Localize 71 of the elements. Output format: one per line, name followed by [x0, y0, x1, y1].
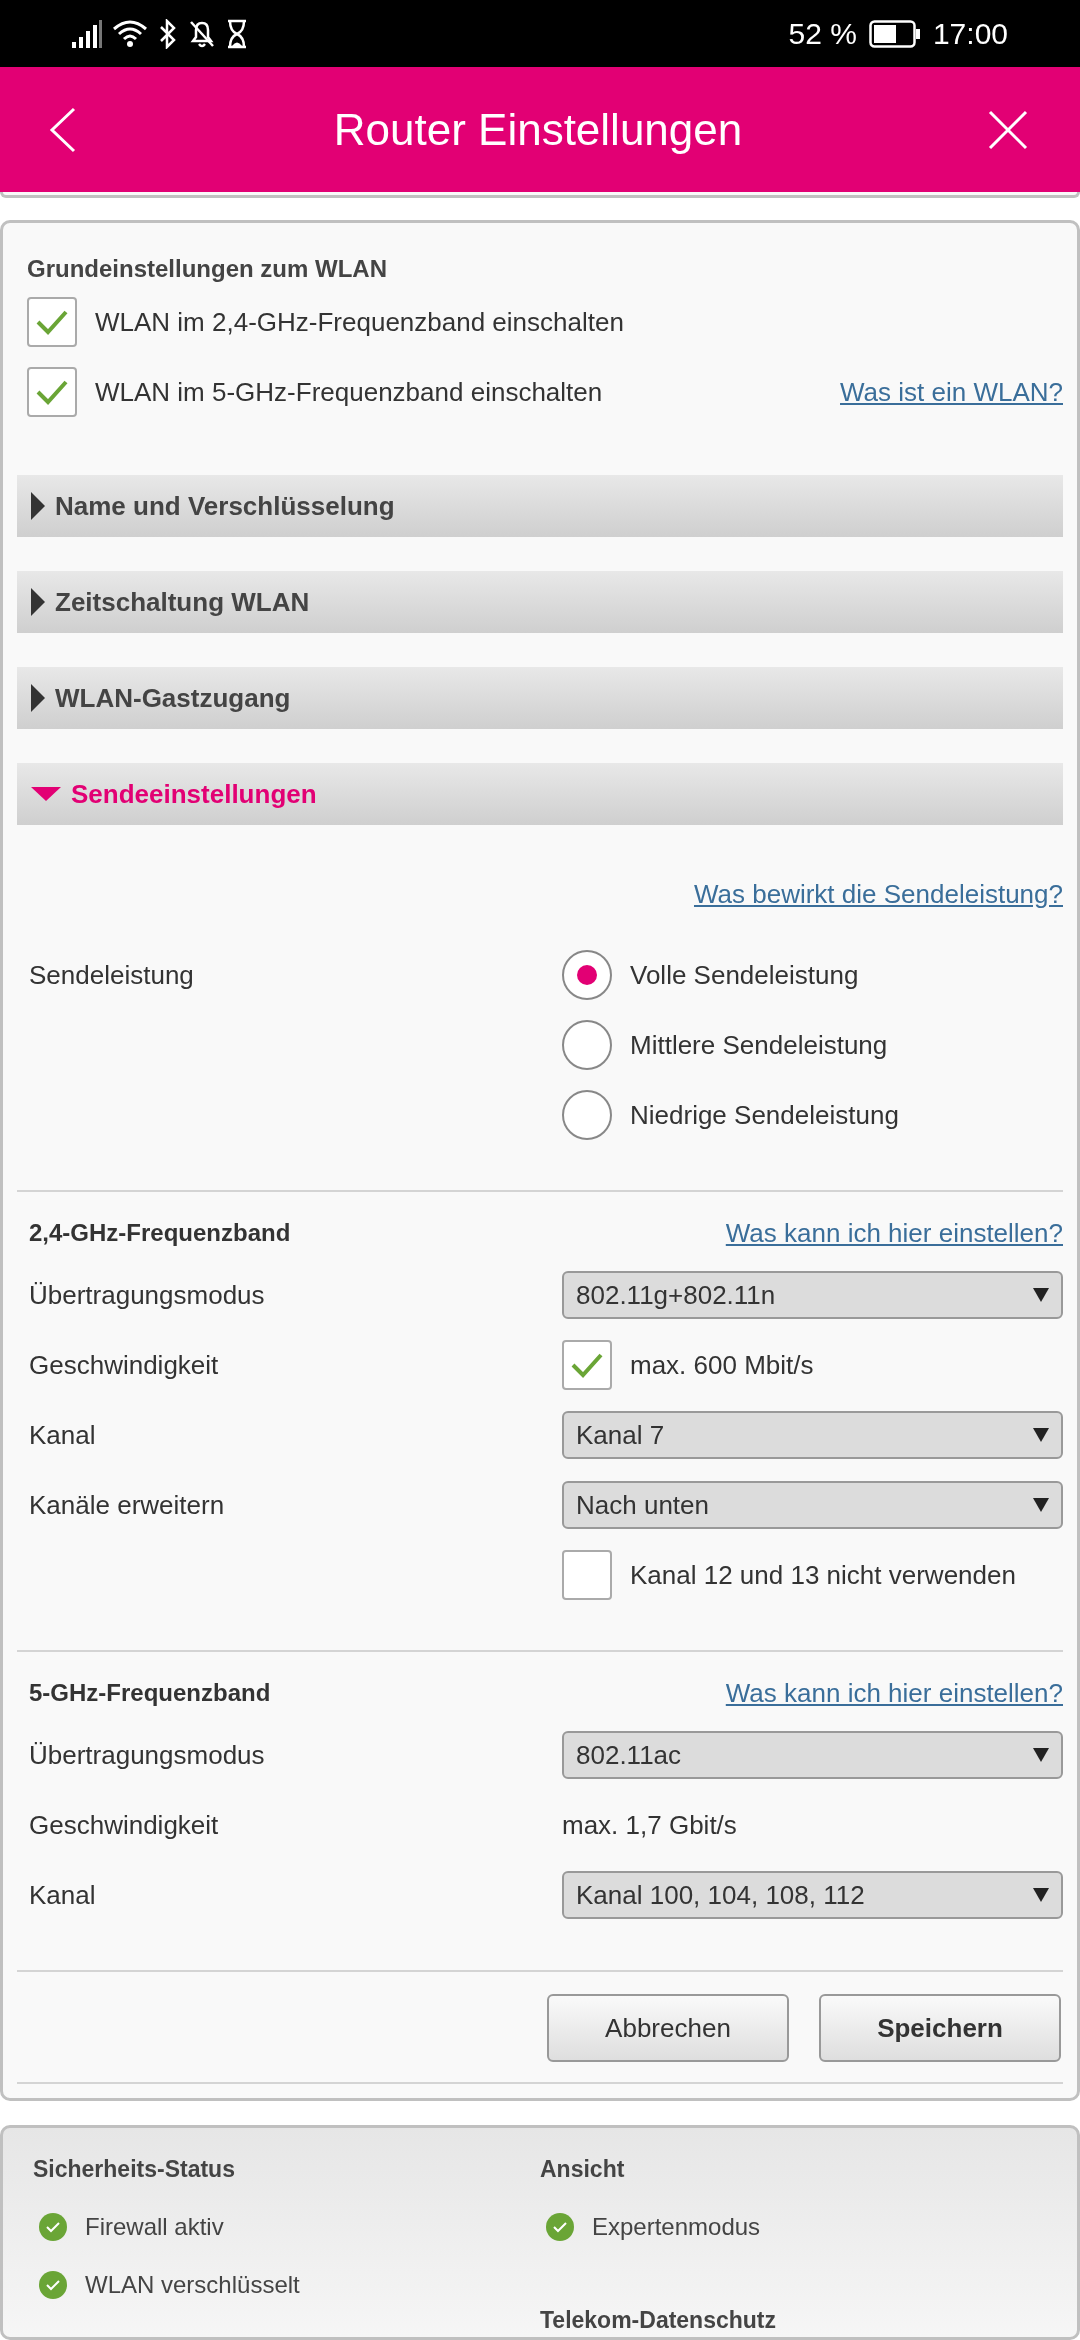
radio-button[interactable] [562, 1090, 612, 1140]
bluetooth-icon [158, 18, 178, 49]
close-icon [988, 109, 1028, 150]
help-link[interactable]: Was kann ich hier einstellen? [725, 1213, 1063, 1253]
field-value: max. 1,7 Gbit/s [562, 1808, 737, 1842]
field-label: Sendeleistung [29, 958, 195, 992]
check-circle-icon [546, 2212, 574, 2241]
checkbox[interactable] [27, 367, 77, 417]
accordion-header[interactable]: WLAN-Gastzugang [17, 667, 1063, 729]
help-link[interactable]: Was kann ich hier einstellen? [725, 1673, 1063, 1713]
panel-heading: Sicherheits-Status [33, 2155, 236, 2184]
status-text: Firewall aktiv [85, 2211, 224, 2242]
radio-button[interactable] [562, 950, 612, 1000]
radio-label: Mittlere Sendeleistung [630, 1028, 888, 1062]
section-heading: 2,4-GHz-Frequenzband [29, 1218, 291, 1248]
caret-right-icon [31, 684, 45, 712]
check-circle-icon [39, 2212, 67, 2241]
radio-button[interactable] [562, 1020, 612, 1070]
dropdown-arrow-icon [1033, 1748, 1049, 1762]
accordion-header[interactable]: Zeitschaltung WLAN [17, 571, 1063, 633]
dropdown[interactable]: 802.11g+802.11n [562, 1271, 1063, 1319]
checkbox[interactable] [562, 1340, 612, 1390]
check-circle-icon [39, 2270, 67, 2299]
accordion-header[interactable]: Name und Verschlüsselung [17, 475, 1063, 537]
dropdown[interactable]: Nach unten [562, 1481, 1063, 1529]
dropdown-arrow-icon [1033, 1428, 1049, 1442]
dropdown-arrow-icon [1033, 1888, 1049, 1902]
hourglass-icon [226, 18, 248, 49]
battery-percent: 52 % [788, 16, 857, 53]
checkbox-label: WLAN im 5-GHz-Frequenzband einschalten [95, 375, 603, 409]
checkbox-label: WLAN im 2,4-GHz-Frequenzband einschalten [95, 305, 624, 339]
field-label: Geschwindigkeit [29, 1809, 219, 1840]
save-button[interactable]: Speichern [819, 1994, 1061, 2062]
status-text: Expertenmodus [592, 2211, 761, 2242]
caret-down-icon [31, 787, 61, 801]
section-heading: Grundeinstellungen zum WLAN [27, 254, 388, 284]
field-label: Übertragungsmodus [29, 1739, 265, 1770]
dropdown[interactable]: Kanal 100, 104, 108, 112 [562, 1871, 1063, 1919]
chevron-left-icon [48, 106, 76, 153]
field-label: Kanal [29, 1879, 96, 1910]
clock: 17:00 [932, 16, 1008, 53]
checkbox-label: max. 600 Mbit/s [630, 1348, 814, 1382]
radio-label: Volle Sendeleistung [630, 958, 859, 992]
checkmark-icon [35, 378, 69, 406]
section-heading: 5-GHz-Frequenzband [29, 1678, 271, 1708]
caret-right-icon [31, 588, 45, 616]
panel-heading: Telekom-Datenschutz [540, 2305, 777, 2335]
panel-heading: Ansicht [540, 2155, 626, 2184]
field-label: Geschwindigkeit [29, 1349, 219, 1380]
field-label: Kanal [29, 1419, 96, 1450]
field-label: Übertragungsmodus [29, 1279, 265, 1310]
checkbox[interactable] [27, 297, 77, 347]
help-link[interactable]: Was bewirkt die Sendeleistung? [694, 875, 1063, 914]
battery-icon [868, 19, 921, 48]
field-label: Kanäle erweitern [29, 1489, 225, 1520]
dropdown[interactable]: Kanal 7 [562, 1411, 1063, 1459]
checkbox[interactable] [562, 1550, 612, 1600]
dropdown-arrow-icon [1033, 1288, 1049, 1302]
cancel-button[interactable]: Abbrechen [547, 1994, 789, 2062]
checkmark-icon [570, 1351, 604, 1379]
wifi-icon [112, 18, 148, 49]
checkmark-icon [35, 308, 69, 336]
radio-label: Niedrige Sendeleistung [630, 1098, 899, 1132]
caret-right-icon [31, 492, 45, 520]
signal-icon [72, 19, 102, 48]
dropdown-arrow-icon [1033, 1498, 1049, 1512]
help-link[interactable]: Was ist ein WLAN? [840, 372, 1063, 412]
dropdown[interactable]: 802.11ac [562, 1731, 1063, 1779]
checkbox-label: Kanal 12 und 13 nicht verwenden [630, 1558, 1016, 1592]
status-text: WLAN verschlüsselt [85, 2269, 300, 2300]
page-title: Router Einstellungen [333, 103, 743, 156]
